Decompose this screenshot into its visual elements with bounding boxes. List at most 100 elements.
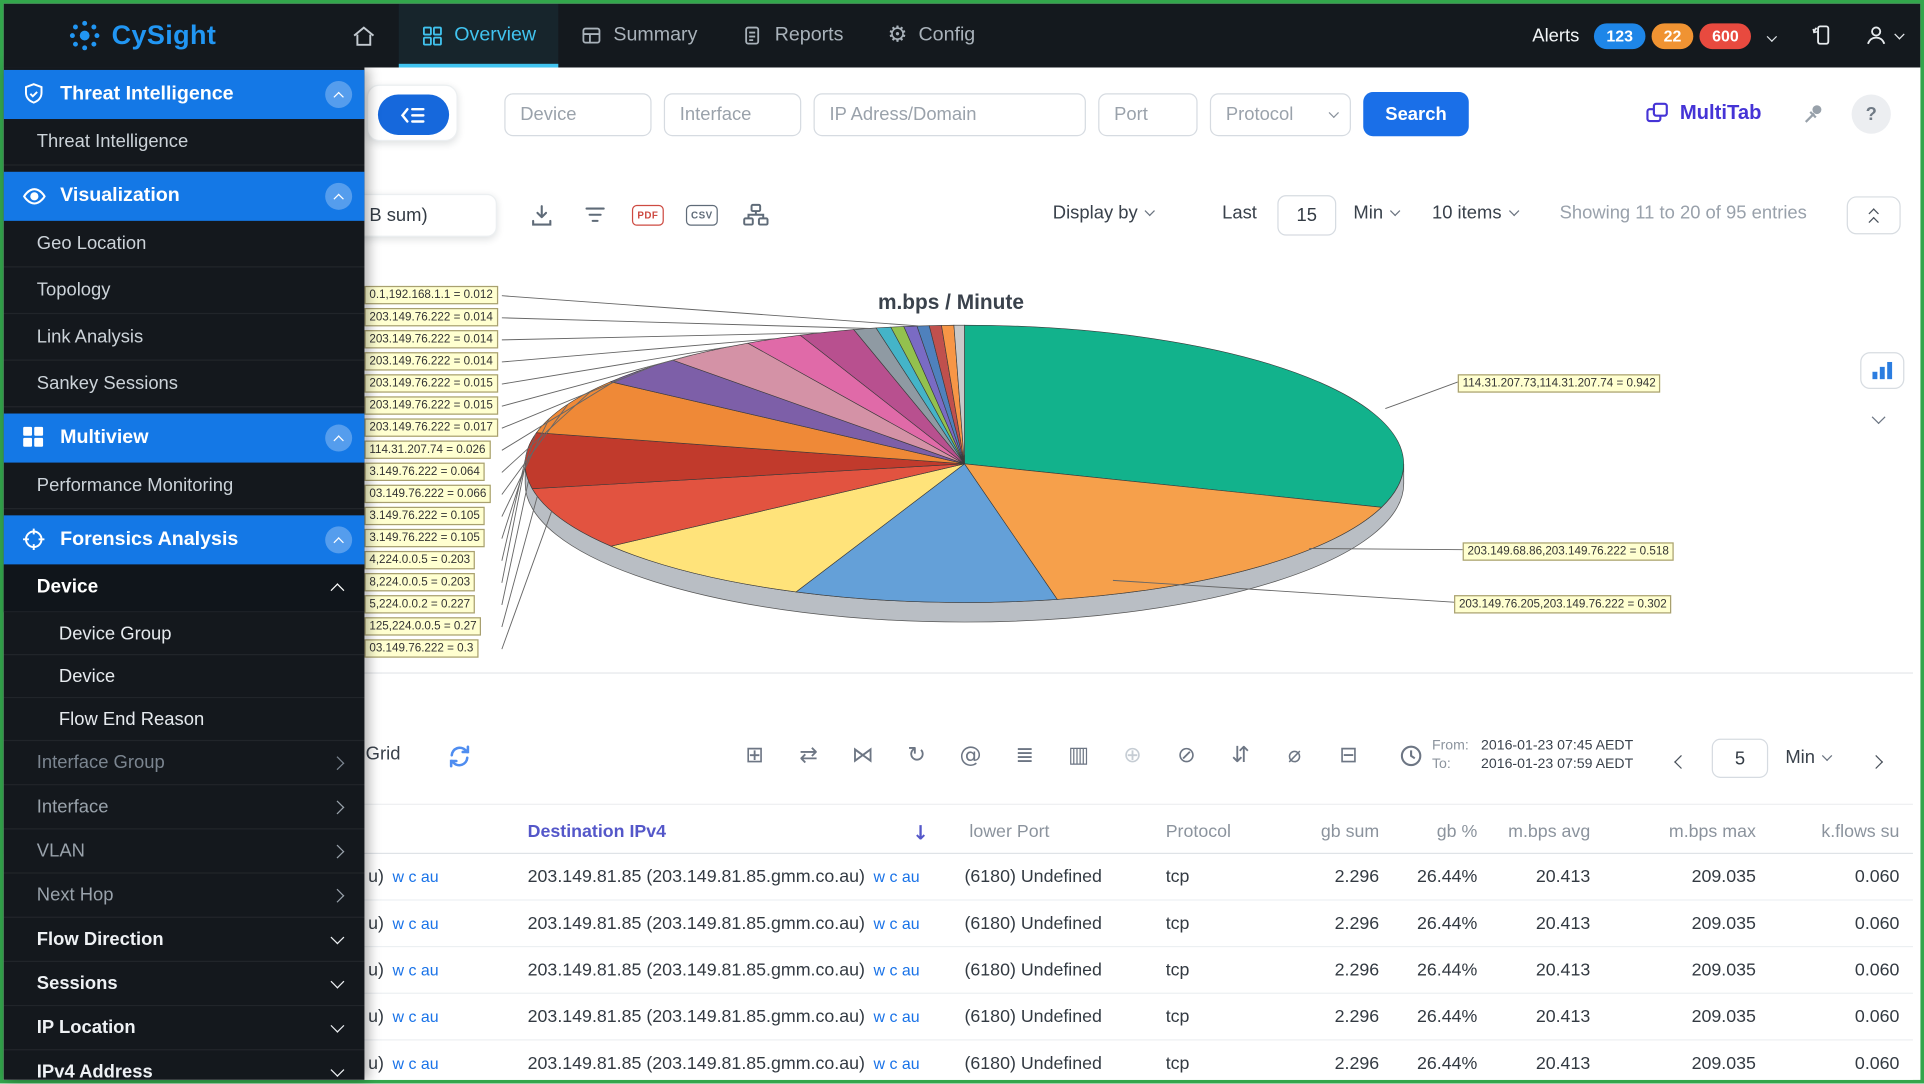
section-collapse-toggle[interactable] — [325, 526, 353, 554]
section-collapse-toggle[interactable] — [325, 424, 353, 452]
cell-link[interactable]: w c au — [874, 1054, 920, 1072]
alerts-chevron[interactable] — [1766, 25, 1778, 47]
sidebar-item-device[interactable]: Device — [3, 655, 365, 699]
refresh-button[interactable] — [443, 740, 475, 772]
column-header-m-bps-avg[interactable]: m.bps avg — [1482, 811, 1595, 853]
display-by-select[interactable]: Display by — [1053, 202, 1156, 223]
cell-link[interactable]: w c au — [393, 1007, 439, 1025]
brand[interactable]: CySight — [67, 18, 216, 52]
cell-link[interactable]: w c au — [393, 868, 439, 886]
ip-domain-filter-input[interactable] — [813, 93, 1086, 137]
mention-icon[interactable]: @ — [952, 736, 989, 773]
history-icon — [1400, 745, 1422, 767]
cell-link[interactable]: w c au — [874, 961, 920, 979]
sidebar-collapse-button[interactable] — [377, 94, 450, 135]
time-range: From: 2016-01-23 07:45 AEDT To: 2016-01-23… — [1432, 737, 1633, 774]
user-menu-button[interactable] — [1864, 23, 1905, 48]
filter-rows-button[interactable] — [579, 199, 611, 231]
device-filter-input[interactable] — [504, 93, 652, 137]
sidebar-item-threat-intelligence[interactable]: Threat Intelligence — [3, 119, 365, 166]
cell-link[interactable]: w c au — [393, 1054, 439, 1072]
items-count-select[interactable]: 10 items — [1432, 202, 1520, 223]
hide-columns-icon[interactable]: ⌀ — [1276, 736, 1313, 773]
column-header-lower-port[interactable]: lower Port — [961, 811, 1157, 853]
home-button[interactable] — [351, 23, 377, 49]
sidebar-item-geo-location[interactable]: Geo Location — [3, 221, 365, 268]
column-header-gb[interactable]: gb % — [1384, 811, 1482, 853]
reorder-icon[interactable]: ⇵ — [1222, 736, 1259, 773]
page-next-button[interactable] — [1869, 751, 1884, 773]
sidebar-item-interface[interactable]: Interface — [3, 785, 365, 830]
sidebar-section-multiview[interactable]: Multiview — [3, 413, 365, 463]
pin-button[interactable] — [1801, 102, 1826, 133]
protocol-select[interactable]: Protocol — [1209, 93, 1351, 137]
sidebar-section-visualization[interactable]: Visualization — [3, 171, 365, 221]
column-view-icon[interactable]: ▥ — [1060, 736, 1097, 773]
pivot-icon[interactable]: ↻ — [898, 736, 935, 773]
mirror-icon[interactable]: ⋈ — [844, 736, 881, 773]
sidebar-item-ip-location[interactable]: IP Location — [3, 1006, 365, 1051]
tab-config[interactable]: ⚙ Config — [866, 4, 998, 68]
last-value-input[interactable] — [1277, 195, 1337, 236]
column-header-destination-ipv4[interactable]: Destination IPv4 ↓ — [519, 811, 961, 853]
sort-desc-icon[interactable]: ↓ — [912, 820, 928, 843]
column-header-m-bps-max[interactable]: m.bps max — [1595, 811, 1761, 853]
export-csv-button[interactable]: CSV — [686, 199, 718, 231]
sidebar-item-flow-end-reason[interactable]: Flow End Reason — [3, 698, 365, 742]
hierarchy-view-button[interactable] — [740, 199, 772, 231]
port-filter-input[interactable] — [1098, 93, 1198, 137]
sidebar-item-ipv4-address[interactable]: IPv4 Address — [4, 1050, 365, 1080]
block-icon[interactable]: ⊘ — [1168, 736, 1205, 773]
section-collapse-toggle[interactable] — [325, 80, 353, 108]
row-density-icon[interactable]: ≣ — [1006, 736, 1043, 773]
cell-link[interactable]: w c au — [393, 914, 439, 932]
grid-unit-select[interactable]: Min — [1785, 747, 1833, 768]
cell-link[interactable]: w c au — [393, 961, 439, 979]
sidebar-item-performance-monitoring[interactable]: Performance Monitoring — [3, 463, 365, 510]
sidebar-item-sessions[interactable]: Sessions — [3, 962, 365, 1007]
alert-count-badge[interactable]: 600 — [1699, 22, 1751, 49]
sidebar-item-topology[interactable]: Topology — [3, 267, 365, 315]
to-value: 2016-01-23 07:59 AEDT — [1481, 757, 1634, 772]
tab-summary[interactable]: Summary — [558, 4, 719, 68]
column-header-gb-sum[interactable]: gb sum — [1245, 811, 1384, 853]
sidebar-section-forensics-analysis[interactable]: Forensics Analysis — [3, 515, 365, 565]
cell-link[interactable]: w c au — [874, 914, 920, 932]
multitab-button[interactable]: MultiTab — [1644, 101, 1762, 127]
sidebar-item-vlan[interactable]: VLAN — [3, 829, 365, 874]
interface-filter-input[interactable] — [663, 93, 802, 137]
alert-count-badge[interactable]: 22 — [1651, 22, 1694, 49]
export-pdf-button[interactable]: PDF — [632, 199, 664, 231]
layout-grid-icon[interactable]: ⊞ — [736, 736, 773, 773]
device-rotate-button[interactable] — [1810, 23, 1835, 48]
time-unit-value: Min — [1353, 202, 1384, 224]
sidebar-item-link-analysis[interactable]: Link Analysis — [3, 314, 365, 361]
cell-mbps-max: 209.035 — [1691, 866, 1756, 887]
section-collapse-toggle[interactable] — [325, 182, 353, 210]
alert-count-badge[interactable]: 123 — [1594, 22, 1646, 49]
cell-link[interactable]: w c au — [874, 868, 920, 886]
page-size-input[interactable] — [1711, 738, 1769, 778]
download-button[interactable] — [525, 199, 557, 231]
sidebar-item-device-group[interactable]: Device Group — [3, 612, 365, 656]
sidebar-item-next-hop[interactable]: Next Hop — [3, 874, 365, 918]
search-button[interactable]: Search — [1363, 92, 1469, 137]
history-button[interactable] — [1395, 740, 1427, 772]
column-header-k-flows-su[interactable]: k.flows su — [1761, 811, 1905, 853]
column-header-protocol[interactable]: Protocol — [1157, 811, 1245, 853]
time-unit-select[interactable]: Min — [1353, 202, 1401, 224]
sidebar-item-device[interactable]: Device — [3, 564, 365, 613]
sidebar-section-threat-intelligence[interactable]: Threat Intelligence — [3, 69, 365, 120]
swap-columns-icon[interactable]: ⇄ — [790, 736, 827, 773]
collapse-panel-button[interactable] — [1846, 196, 1901, 235]
page-prev-button[interactable] — [1674, 751, 1688, 773]
sidebar-item-interface-group[interactable]: Interface Group — [3, 741, 365, 786]
tab-reports[interactable]: Reports — [719, 4, 865, 68]
sidebar-item-flow-direction[interactable]: Flow Direction — [3, 918, 365, 962]
cell-mbps-max: 209.035 — [1691, 960, 1756, 980]
tab-overview[interactable]: Overview — [399, 3, 559, 68]
sidebar-item-sankey-sessions[interactable]: Sankey Sessions — [3, 361, 365, 408]
cell-link[interactable]: w c au — [874, 1007, 920, 1025]
help-button[interactable]: ? — [1851, 94, 1891, 134]
table-filter-icon[interactable]: ⊟ — [1330, 736, 1367, 773]
